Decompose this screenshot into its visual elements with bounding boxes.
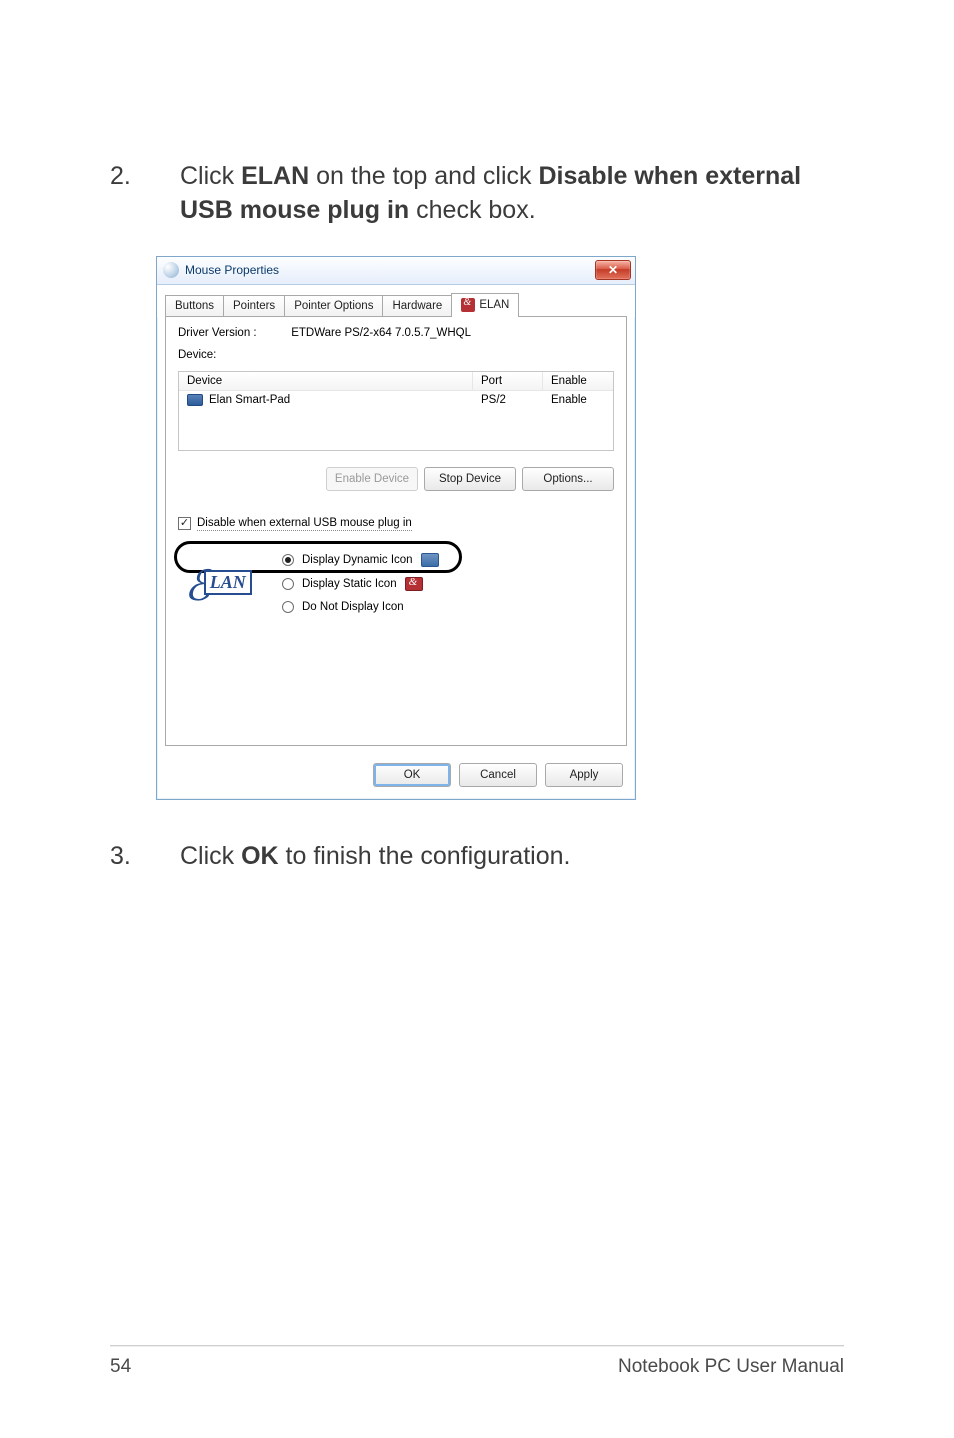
radio-dynamic-row[interactable]: Display Dynamic Icon bbox=[282, 553, 439, 567]
step-3-bold-1: OK bbox=[241, 842, 279, 870]
tab-buttons[interactable]: Buttons bbox=[165, 295, 224, 317]
close-icon: ✕ bbox=[608, 263, 618, 277]
elan-tab-icon bbox=[461, 298, 475, 312]
ok-button[interactable]: OK bbox=[373, 763, 451, 787]
col-header-enable: Enable bbox=[543, 372, 613, 390]
footer-row: 54 Notebook PC User Manual bbox=[110, 1356, 844, 1378]
radio-none-label: Do Not Display Icon bbox=[302, 601, 404, 613]
touchpad-icon bbox=[187, 394, 203, 406]
elan-logo-word: LAN bbox=[204, 570, 252, 595]
step-2-post: check box. bbox=[409, 196, 535, 224]
tab-hardware[interactable]: Hardware bbox=[382, 295, 452, 317]
footer-rule bbox=[110, 1345, 844, 1346]
tab-buttons-label: Buttons bbox=[175, 300, 214, 312]
device-buttons-row: Enable Device Stop Device Options... bbox=[178, 467, 614, 491]
disable-usb-checkbox[interactable] bbox=[178, 517, 191, 530]
device-list-header: Device Port Enable bbox=[179, 372, 613, 391]
tab-pointer-options[interactable]: Pointer Options bbox=[284, 295, 383, 317]
device-name: Elan Smart-Pad bbox=[209, 394, 290, 406]
page-number: 54 bbox=[110, 1356, 131, 1378]
step-2-mid: on the top and click bbox=[309, 162, 538, 190]
step-3-pre: Click bbox=[180, 842, 241, 870]
close-button[interactable]: ✕ bbox=[595, 260, 631, 280]
elan-logo-glyph: ℰ bbox=[184, 572, 205, 602]
device-list: Device Port Enable Elan Smart-Pad PS/2 E… bbox=[178, 371, 614, 451]
step-3-post: to finish the configuration. bbox=[279, 842, 571, 870]
apply-button[interactable]: Apply bbox=[545, 763, 623, 787]
tab-pointer-options-label: Pointer Options bbox=[294, 300, 373, 312]
radio-dynamic-label: Display Dynamic Icon bbox=[302, 554, 413, 566]
tray-dynamic-icon bbox=[421, 553, 439, 567]
col-header-port: Port bbox=[473, 372, 543, 390]
device-label: Device: bbox=[178, 349, 614, 361]
device-cell-port: PS/2 bbox=[473, 391, 543, 409]
mouse-properties-dialog: Mouse Properties ✕ Buttons Pointers Poin… bbox=[156, 256, 636, 800]
tab-hardware-label: Hardware bbox=[392, 300, 442, 312]
driver-version-row: Driver Version : ETDWare PS/2-x64 7.0.5.… bbox=[178, 327, 614, 339]
driver-version-label: Driver Version : bbox=[178, 327, 288, 339]
elan-logo: ℰLAN bbox=[178, 554, 258, 612]
page-footer: 54 Notebook PC User Manual bbox=[110, 1345, 844, 1378]
tabstrip: Buttons Pointers Pointer Options Hardwar… bbox=[157, 285, 635, 317]
col-header-device: Device bbox=[179, 372, 473, 390]
dialog-title: Mouse Properties bbox=[185, 263, 279, 277]
radio-none-row[interactable]: Do Not Display Icon bbox=[282, 601, 439, 613]
step-2-text: Click ELAN on the top and click Disable … bbox=[180, 160, 844, 228]
device-row[interactable]: Elan Smart-Pad PS/2 Enable bbox=[179, 391, 613, 409]
disable-usb-checkbox-label: Disable when external USB mouse plug in bbox=[197, 517, 412, 531]
tab-pointers[interactable]: Pointers bbox=[223, 295, 285, 317]
stop-device-button[interactable]: Stop Device bbox=[424, 467, 516, 491]
step-2-number: 2. bbox=[110, 160, 150, 194]
radio-dynamic[interactable] bbox=[282, 554, 294, 566]
step-2-pre: Click bbox=[180, 162, 241, 190]
radio-static-row[interactable]: Display Static Icon bbox=[282, 577, 439, 591]
cancel-button[interactable]: Cancel bbox=[459, 763, 537, 787]
device-cell-name: Elan Smart-Pad bbox=[179, 391, 473, 409]
options-button[interactable]: Options... bbox=[522, 467, 614, 491]
dialog-action-buttons: OK Cancel Apply bbox=[157, 755, 635, 799]
titlebar: Mouse Properties ✕ bbox=[157, 257, 635, 285]
radio-static[interactable] bbox=[282, 578, 294, 590]
step-3-text: Click OK to finish the configuration. bbox=[180, 840, 844, 874]
enable-device-button[interactable]: Enable Device bbox=[326, 467, 418, 491]
step-2: 2. Click ELAN on the top and click Disab… bbox=[110, 160, 844, 228]
tab-body: Driver Version : ETDWare PS/2-x64 7.0.5.… bbox=[165, 316, 627, 746]
display-options: ℰLAN Display Dynamic Icon Display Static… bbox=[178, 553, 614, 613]
radio-none[interactable] bbox=[282, 601, 294, 613]
tab-elan[interactable]: ELAN bbox=[451, 293, 519, 317]
tab-pointers-label: Pointers bbox=[233, 300, 275, 312]
disable-usb-checkbox-row: Disable when external USB mouse plug in bbox=[178, 517, 614, 531]
manual-title: Notebook PC User Manual bbox=[618, 1356, 844, 1378]
tab-elan-label: ELAN bbox=[479, 299, 509, 311]
step-2-bold-1: ELAN bbox=[241, 162, 309, 190]
step-3-number: 3. bbox=[110, 840, 150, 874]
driver-version-value: ETDWare PS/2-x64 7.0.5.7_WHQL bbox=[291, 327, 471, 339]
mouse-icon bbox=[163, 262, 179, 278]
step-3: 3. Click OK to finish the configuration. bbox=[110, 840, 844, 874]
tray-static-icon bbox=[405, 577, 423, 591]
icon-display-radios: Display Dynamic Icon Display Static Icon… bbox=[282, 553, 439, 613]
radio-static-label: Display Static Icon bbox=[302, 578, 397, 590]
screenshot: Mouse Properties ✕ Buttons Pointers Poin… bbox=[156, 256, 844, 800]
device-cell-enable: Enable bbox=[543, 391, 613, 409]
